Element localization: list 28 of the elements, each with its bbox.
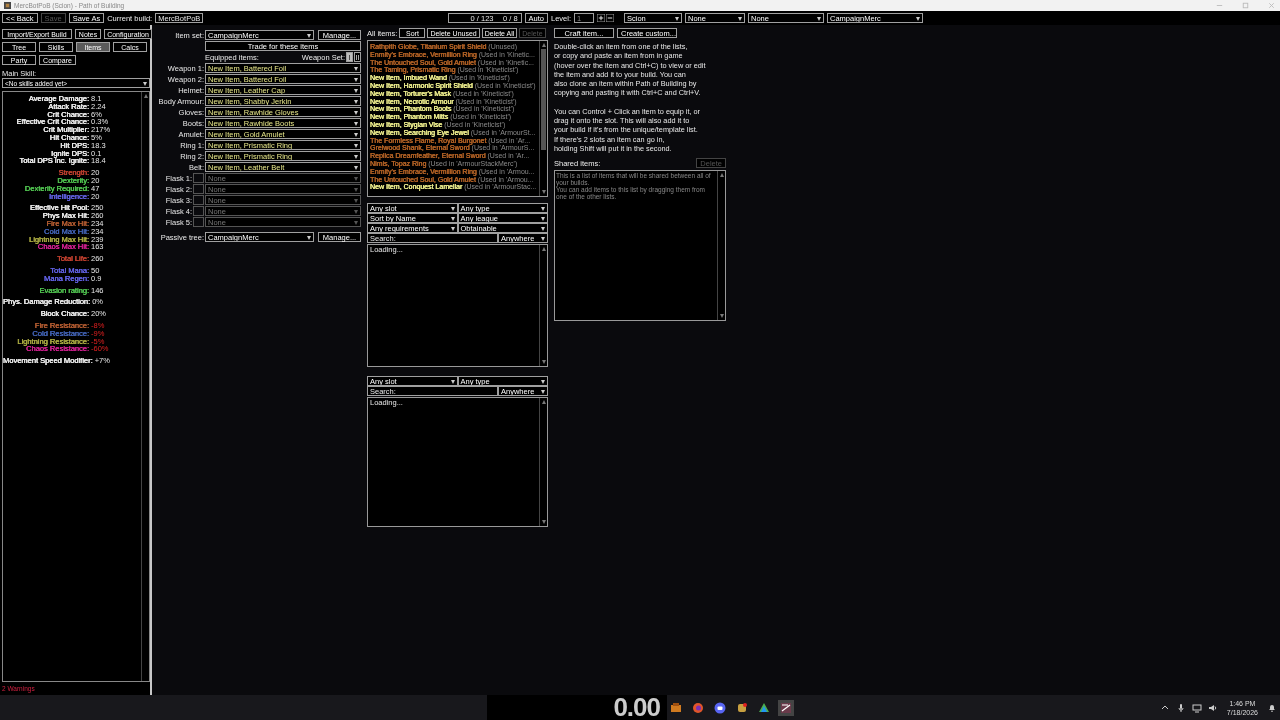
caret-icon <box>817 17 821 21</box>
caret-icon <box>675 17 679 21</box>
caret-icon <box>738 17 742 21</box>
chat-icon[interactable] <box>714 701 726 714</box>
flask-checkbox[interactable] <box>193 184 204 194</box>
app-icon[interactable] <box>758 701 770 714</box>
caret-icon <box>143 82 147 86</box>
plus-icon[interactable] <box>597 14 605 22</box>
scrollbar[interactable] <box>717 171 725 321</box>
app-icon[interactable] <box>778 699 794 716</box>
browser-icon[interactable] <box>692 701 704 714</box>
caret-icon <box>307 236 311 240</box>
timer-text: 0.00 <box>613 692 660 720</box>
scrollbar[interactable] <box>141 92 149 681</box>
minus-icon[interactable] <box>606 14 614 22</box>
scrollbar[interactable] <box>539 245 547 366</box>
scrollbar[interactable] <box>539 398 547 526</box>
caret-icon <box>354 221 358 225</box>
caret-icon <box>916 17 920 21</box>
flask-checkbox[interactable] <box>193 217 204 227</box>
bell-icon[interactable] <box>1267 702 1277 713</box>
flask-checkbox[interactable] <box>193 195 204 205</box>
scrollbar[interactable] <box>539 41 547 196</box>
flask-checkbox[interactable] <box>193 206 204 216</box>
flask-checkbox[interactable] <box>193 173 204 183</box>
app-icon <box>4 2 11 9</box>
speaker-icon[interactable] <box>1207 702 1218 713</box>
app-icon[interactable] <box>736 701 748 714</box>
